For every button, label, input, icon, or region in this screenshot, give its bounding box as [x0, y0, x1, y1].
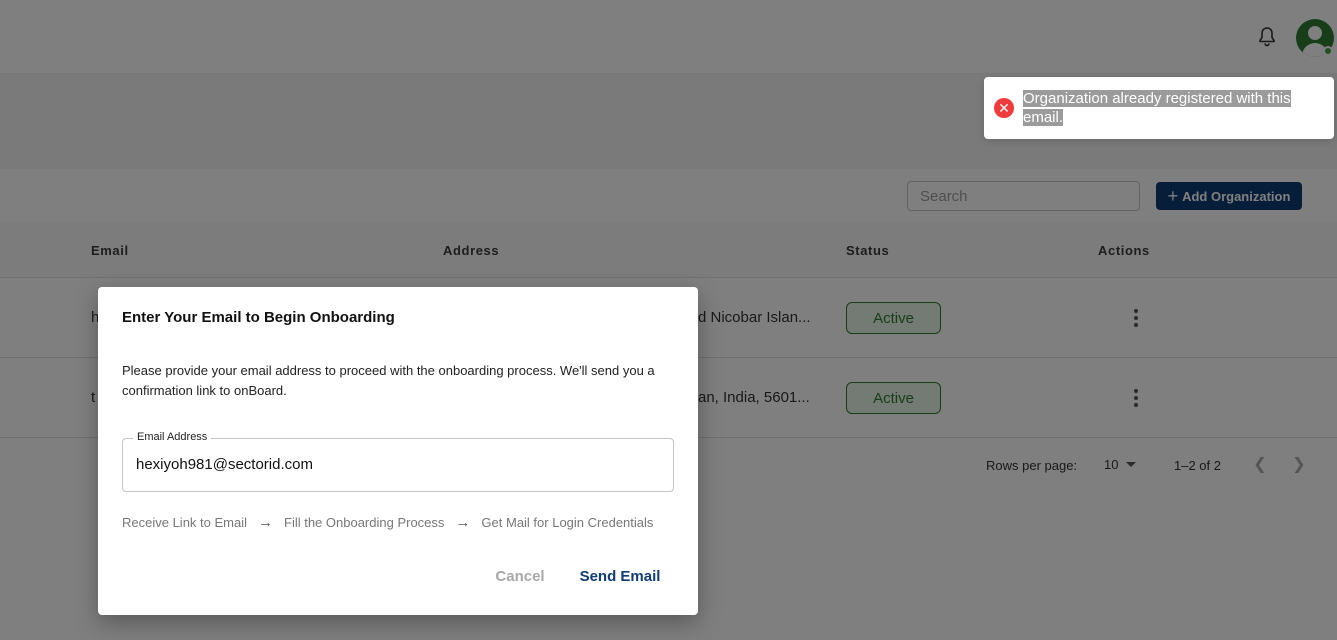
arrow-right-icon: →: [258, 514, 273, 531]
email-field: Email Address: [122, 431, 674, 492]
cancel-button[interactable]: Cancel: [486, 565, 554, 587]
arrow-right-icon: →: [455, 514, 471, 531]
error-toast: ✕ Organization already registered with t…: [984, 77, 1334, 139]
onboarding-dialog: Enter Your Email to Begin Onboarding Ple…: [98, 287, 698, 615]
step-label: Fill the Onboarding Process: [284, 515, 445, 530]
toast-message: Organization already registered with thi…: [1023, 90, 1291, 126]
error-icon: ✕: [994, 98, 1014, 118]
step-label: Receive Link to Email: [122, 515, 247, 530]
dialog-description: Please provide your email address to pro…: [122, 363, 655, 398]
toast-message-wrap: Organization already registered with thi…: [1023, 89, 1323, 127]
email-field-label: Email Address: [133, 431, 212, 443]
dialog-title: Enter Your Email to Begin Onboarding: [122, 309, 395, 326]
email-input[interactable]: [136, 456, 656, 473]
onboarding-steps: Receive Link to Email → Fill the Onboard…: [122, 514, 653, 531]
send-email-button[interactable]: Send Email: [574, 565, 666, 587]
step-label: Get Mail for Login Credentials: [481, 515, 654, 530]
